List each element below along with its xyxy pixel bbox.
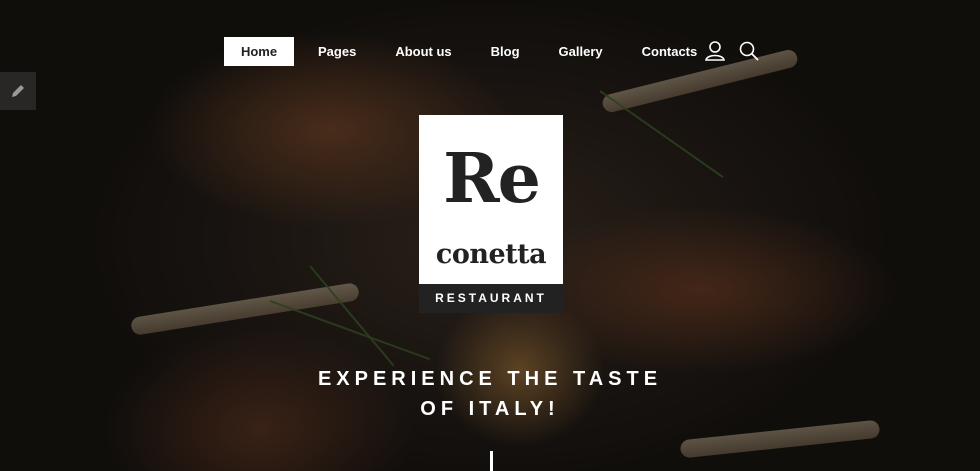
tagline-line-2: OF ITALY! (420, 398, 560, 420)
nav-icons (704, 40, 760, 62)
main-nav: Home Pages About us Blog Gallery Contact… (224, 37, 715, 66)
logo-line-conetta: conetta (435, 239, 547, 270)
restaurant-logo[interactable]: Re conetta RESTAURANT (419, 115, 563, 313)
user-icon[interactable] (704, 40, 726, 62)
logo-line-re: Re (443, 139, 541, 219)
tagline-line-1: EXPERIENCE THE TASTE (317, 368, 663, 390)
scroll-indicator (490, 451, 493, 471)
pencil-icon (12, 85, 24, 97)
hero-tagline: EXPERIENCE THE TASTE OF ITALY! (290, 364, 690, 424)
edit-panel-toggle[interactable] (0, 72, 36, 110)
nav-item-gallery[interactable]: Gallery (541, 37, 621, 66)
nav-item-contacts[interactable]: Contacts (624, 37, 716, 66)
logo-wordmark: Re conetta (419, 115, 563, 284)
nav-item-pages[interactable]: Pages (300, 37, 374, 66)
nav-item-about-us[interactable]: About us (377, 37, 469, 66)
nav-item-home[interactable]: Home (224, 37, 294, 66)
logo-subtitle: RESTAURANT (419, 284, 563, 313)
hero-section: Home Pages About us Blog Gallery Contact… (0, 0, 980, 471)
nav-item-blog[interactable]: Blog (473, 37, 538, 66)
search-icon[interactable] (738, 40, 760, 62)
